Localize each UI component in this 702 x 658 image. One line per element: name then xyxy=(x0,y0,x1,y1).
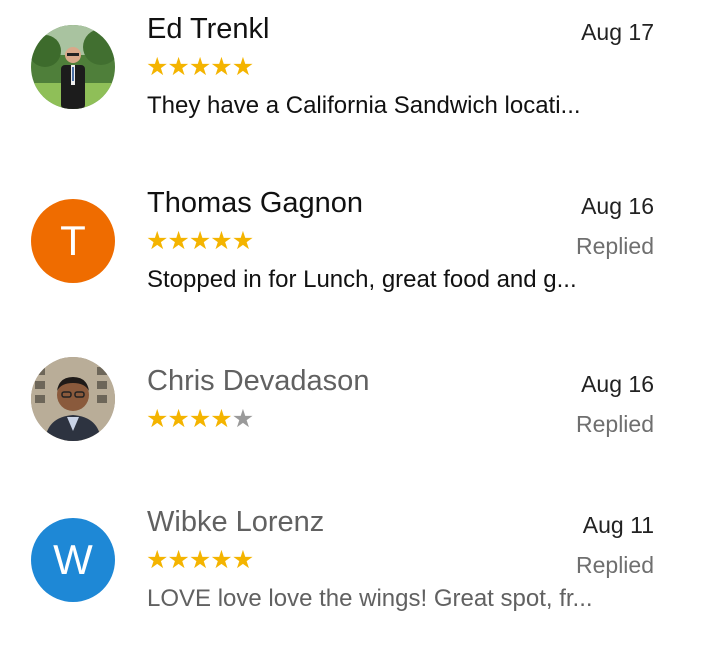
star-filled-icon: ★ xyxy=(167,405,189,433)
replied-badge: Replied xyxy=(576,233,654,259)
reviewer-name: Wibke Lorenz xyxy=(147,506,325,538)
review-snippet: LOVE love love the wings! Great spot, fr… xyxy=(147,585,593,612)
star-rating: ★★★★★ xyxy=(146,53,254,81)
star-filled-icon: ★ xyxy=(210,227,232,255)
star-filled-icon: ★ xyxy=(231,546,254,574)
star-filled-icon: ★ xyxy=(146,405,168,433)
reviewer-name: Chris Devadason xyxy=(147,365,370,397)
review-date: Aug 16 xyxy=(581,371,654,397)
review-snippet: Stopped in for Lunch, great food and g..… xyxy=(147,266,577,293)
star-filled-icon: ★ xyxy=(210,53,232,81)
review-item[interactable]: Ed Trenkl Aug 17 ★★★★★ They have a Calif… xyxy=(0,0,702,150)
review-item[interactable]: Chris Devadason Aug 16 Replied ★★★★★ xyxy=(0,352,702,502)
review-item[interactable]: W Wibke Lorenz Aug 11 Replied ★★★★★ LOVE… xyxy=(0,493,702,643)
star-filled-icon: ★ xyxy=(167,227,189,255)
reviewer-avatar-letter: W xyxy=(31,518,115,602)
star-rating: ★★★★★ xyxy=(146,227,254,255)
review-list: Ed Trenkl Aug 17 ★★★★★ They have a Calif… xyxy=(0,0,702,658)
star-filled-icon: ★ xyxy=(188,53,211,81)
star-filled-icon: ★ xyxy=(146,53,168,81)
star-filled-icon: ★ xyxy=(167,546,189,574)
review-date: Aug 11 xyxy=(582,512,654,538)
reviewer-name: Ed Trenkl xyxy=(147,13,270,45)
star-filled-icon: ★ xyxy=(167,53,189,81)
review-item[interactable]: T Thomas Gagnon Aug 16 Replied ★★★★★ Sto… xyxy=(0,174,702,324)
review-date: Aug 17 xyxy=(581,19,654,45)
star-empty-icon: ★ xyxy=(231,405,254,433)
reviewer-avatar-letter: T xyxy=(31,199,115,283)
star-rating: ★★★★★ xyxy=(146,405,254,433)
star-filled-icon: ★ xyxy=(146,546,168,574)
star-filled-icon: ★ xyxy=(188,227,211,255)
star-filled-icon: ★ xyxy=(146,227,168,255)
star-filled-icon: ★ xyxy=(210,546,232,574)
reviewer-avatar-photo xyxy=(31,357,115,441)
replied-badge: Replied xyxy=(576,552,654,578)
star-filled-icon: ★ xyxy=(188,405,211,433)
review-snippet: They have a California Sandwich locati..… xyxy=(147,92,581,119)
star-filled-icon: ★ xyxy=(188,546,211,574)
review-date: Aug 16 xyxy=(581,193,654,219)
star-filled-icon: ★ xyxy=(231,227,254,255)
person-photo-icon xyxy=(31,357,115,441)
person-photo-icon xyxy=(31,25,115,109)
star-rating: ★★★★★ xyxy=(146,546,254,574)
reviewer-name: Thomas Gagnon xyxy=(147,187,364,219)
replied-badge: Replied xyxy=(576,411,654,437)
reviewer-avatar-photo xyxy=(31,25,115,109)
star-filled-icon: ★ xyxy=(210,405,232,433)
star-filled-icon: ★ xyxy=(231,53,254,81)
